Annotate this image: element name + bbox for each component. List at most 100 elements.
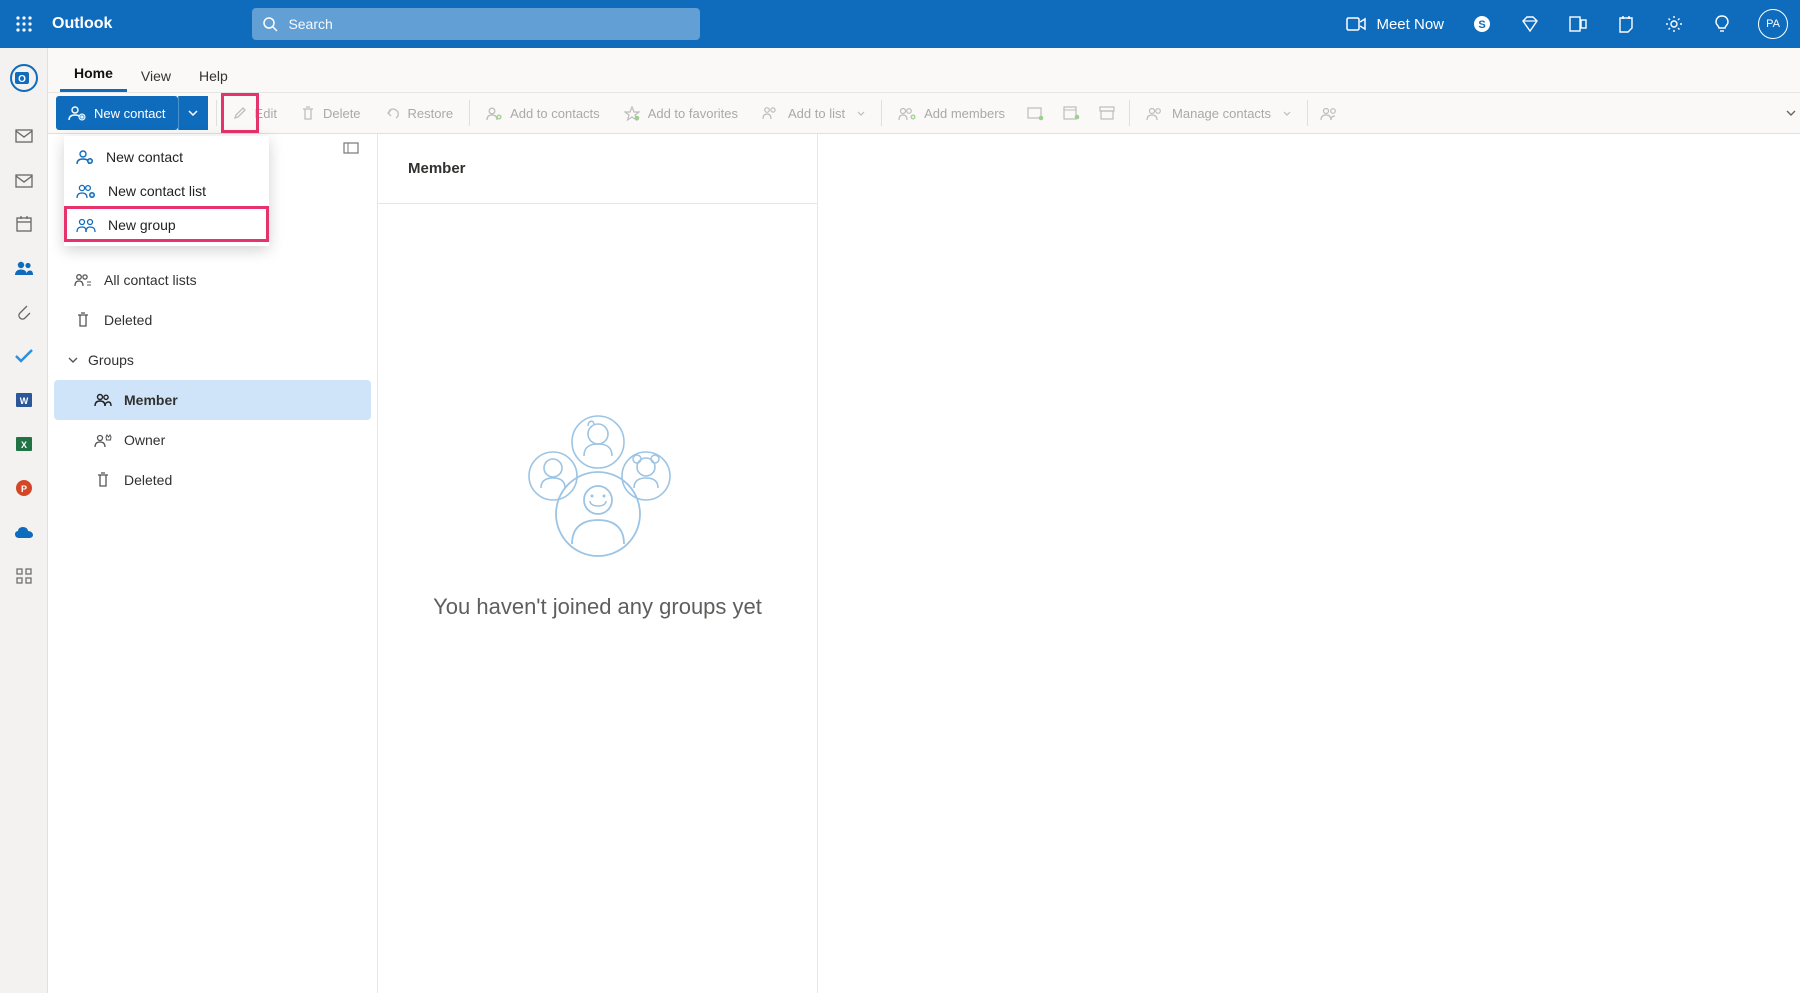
top-bar: Outlook Meet Now S PA <box>0 0 1800 48</box>
svg-text:X: X <box>20 440 26 450</box>
tips-icon[interactable] <box>1698 0 1746 48</box>
ribbon-toolbar: New contact New contact <box>48 92 1800 134</box>
nav-group-label: Groups <box>88 352 134 368</box>
people-manage-icon <box>1146 106 1164 121</box>
empty-groups-illustration <box>508 404 688 564</box>
collapse-nav-icon[interactable] <box>343 142 359 154</box>
detail-pane <box>818 134 1800 993</box>
empty-state: You haven't joined any groups yet <box>378 204 817 993</box>
more-apps-icon[interactable] <box>0 554 48 598</box>
app-title: Outlook <box>52 15 112 33</box>
add-to-list-label: Add to list <box>788 106 845 121</box>
left-app-rail: O W X P <box>0 48 48 993</box>
people-icon <box>94 393 112 407</box>
nav-deleted[interactable]: Deleted <box>54 300 371 340</box>
svg-text:W: W <box>19 396 28 406</box>
star-plus-icon <box>624 106 640 121</box>
tabs-row: Home View Help <box>48 48 1800 92</box>
skype-icon[interactable]: S <box>1458 0 1506 48</box>
person-plus-icon <box>76 149 94 165</box>
ribbon-overflow-chevron[interactable] <box>1786 110 1796 116</box>
trash-icon <box>74 312 92 328</box>
tab-view[interactable]: View <box>127 62 185 92</box>
trash-icon <box>301 106 315 121</box>
nav-owner[interactable]: Owner <box>54 420 371 460</box>
svg-text:S: S <box>1478 19 1485 31</box>
svg-text:P: P <box>20 484 26 494</box>
my-day-icon[interactable] <box>1554 0 1602 48</box>
search-wrapper <box>252 8 700 40</box>
mail-compose-icon[interactable] <box>0 158 48 202</box>
empty-state-text: You haven't joined any groups yet <box>433 594 762 620</box>
attachments-icon[interactable] <box>0 290 48 334</box>
topbar-right: Meet Now S PA <box>1332 0 1800 48</box>
edit-label: Edit <box>255 106 277 121</box>
members-plus-icon <box>898 106 916 121</box>
person-plus-icon <box>486 106 502 121</box>
person-crown-icon <box>94 433 112 448</box>
people-icon[interactable] <box>0 246 48 290</box>
calendar-invite-icon <box>1053 96 1089 130</box>
excel-icon[interactable]: X <box>0 422 48 466</box>
new-contact-button[interactable]: New contact <box>56 96 178 130</box>
nav-group-deleted[interactable]: Deleted <box>54 460 371 500</box>
pencil-icon <box>233 106 247 120</box>
word-icon[interactable]: W <box>0 378 48 422</box>
nav-item-label: Deleted <box>104 312 152 328</box>
manage-contacts-label: Manage contacts <box>1172 106 1271 121</box>
powerpoint-icon[interactable]: P <box>0 466 48 510</box>
outlook-app-icon[interactable]: O <box>0 56 48 100</box>
list-pane: Member <box>378 134 818 993</box>
nav-member[interactable]: Member <box>54 380 371 420</box>
svg-text:O: O <box>18 74 26 85</box>
search-icon <box>262 16 278 32</box>
people-plus-icon <box>76 183 96 199</box>
person-plus-icon <box>68 105 86 121</box>
premium-icon[interactable] <box>1506 0 1554 48</box>
add-to-contacts-button: Add to contacts <box>474 96 612 130</box>
todo-icon[interactable] <box>0 334 48 378</box>
delete-button: Delete <box>289 96 373 130</box>
avatar[interactable]: PA <box>1758 9 1788 39</box>
search-input[interactable] <box>252 8 700 40</box>
restore-button: Restore <box>373 96 466 130</box>
add-to-list-button: Add to list <box>750 96 877 130</box>
meet-now-label: Meet Now <box>1376 16 1444 33</box>
tab-help[interactable]: Help <box>185 62 242 92</box>
people-more-icon <box>1312 96 1348 130</box>
calendar-icon[interactable] <box>0 202 48 246</box>
tab-home[interactable]: Home <box>60 59 127 92</box>
app-launcher-icon[interactable] <box>0 0 48 48</box>
dropdown-new-contact[interactable]: New contact <box>64 140 269 174</box>
onedrive-icon[interactable] <box>0 510 48 554</box>
add-members-label: Add members <box>924 106 1005 121</box>
delete-label: Delete <box>323 106 361 121</box>
new-contact-label: New contact <box>94 106 166 121</box>
new-contact-chevron[interactable] <box>178 96 208 130</box>
nav-item-label: Member <box>124 392 178 408</box>
people-list-icon <box>762 106 780 120</box>
nav-item-label: Deleted <box>124 472 172 488</box>
dropdown-new-group[interactable]: New group <box>64 208 269 242</box>
nav-groups-header[interactable]: Groups <box>48 340 377 380</box>
manage-contacts-button: Manage contacts <box>1134 96 1303 130</box>
add-to-contacts-label: Add to contacts <box>510 106 600 121</box>
mail-icon[interactable] <box>0 114 48 158</box>
edit-button: Edit <box>221 96 289 130</box>
avatar-initials: PA <box>1766 18 1780 30</box>
chevron-down-icon <box>68 357 78 363</box>
dropdown-item-label: New contact <box>106 149 183 165</box>
group-icon <box>76 217 96 233</box>
gear-icon[interactable] <box>1650 0 1698 48</box>
notes-icon[interactable] <box>1602 0 1650 48</box>
trash-icon <box>94 472 112 488</box>
dropdown-new-contact-list[interactable]: New contact list <box>64 174 269 208</box>
add-to-favorites-label: Add to favorites <box>648 106 738 121</box>
meet-now-button[interactable]: Meet Now <box>1332 0 1458 48</box>
nav-pane: All contact lists Deleted Groups Member … <box>48 134 378 993</box>
list-header-title: Member <box>408 160 466 177</box>
new-contact-dropdown: New contact New contact list New group <box>64 136 269 246</box>
restore-label: Restore <box>408 106 454 121</box>
nav-item-label: Owner <box>124 432 165 448</box>
nav-all-contact-lists[interactable]: All contact lists <box>54 260 371 300</box>
